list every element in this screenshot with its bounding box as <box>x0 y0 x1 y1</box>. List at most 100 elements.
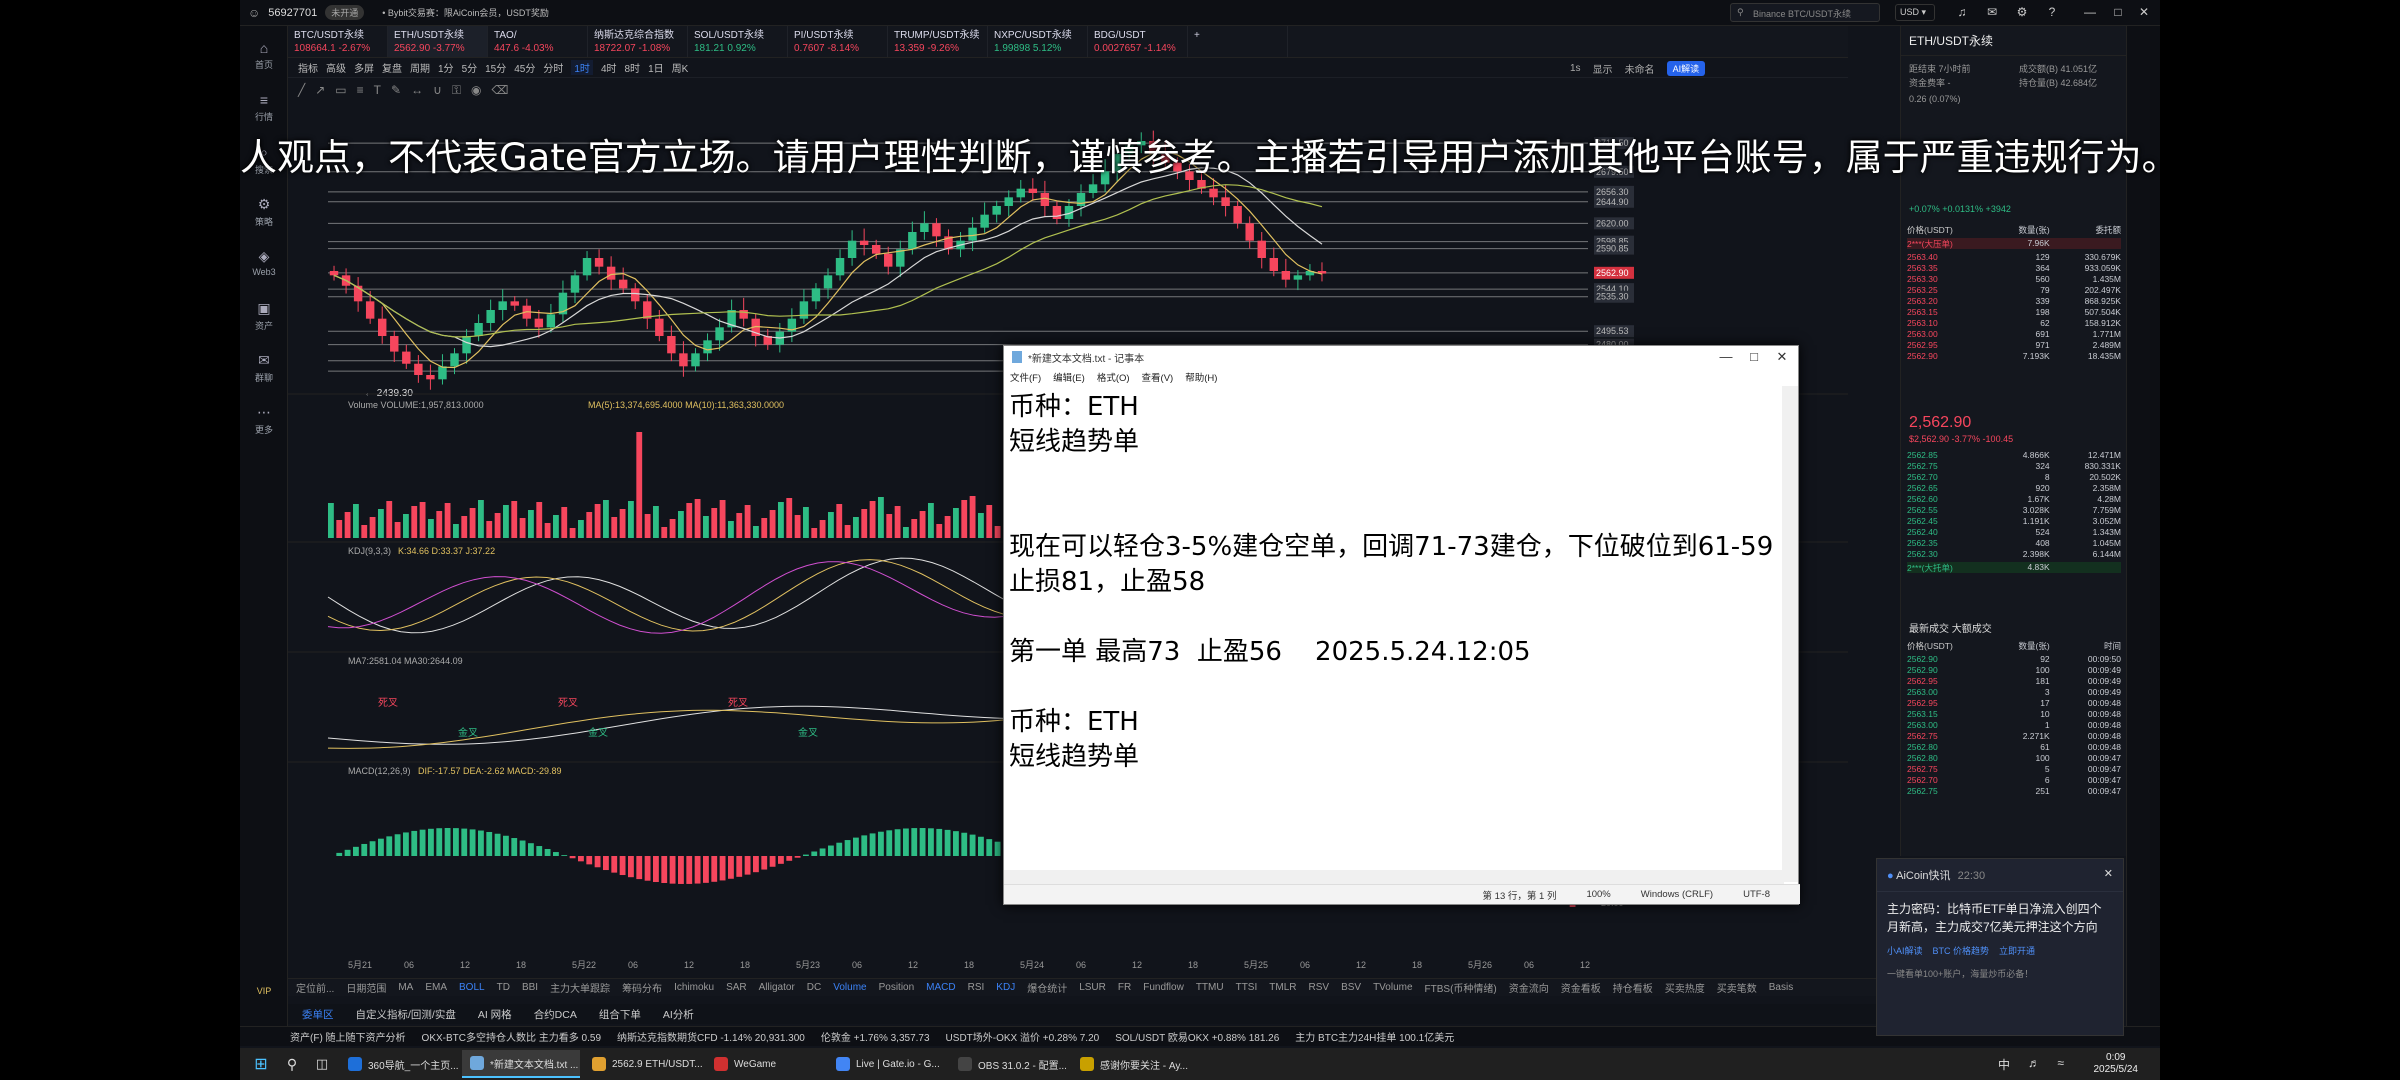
volume-icon[interactable]: ♬ <box>2028 1056 2040 1070</box>
trade-row[interactable]: 2563.15 10 00:09:48 <box>1907 709 2121 720</box>
windows-start-icon[interactable]: ⊞ <box>248 1054 274 1074</box>
notepad-menu-item[interactable]: 编辑(E) <box>1053 370 1085 384</box>
toolbar-item[interactable]: 8时 <box>625 60 641 75</box>
indicator-item[interactable]: Alligator <box>759 982 795 993</box>
ticker-item[interactable]: OKX-BTC多空持仓人数比 主力看多 0.59 <box>422 1029 601 1044</box>
ticker-item[interactable]: USDT场外-OKX 溢价 +0.28% 7.20 <box>946 1029 1100 1044</box>
text-tool-icon[interactable]: T <box>374 83 381 97</box>
notepad-menu-item[interactable]: 格式(O) <box>1097 370 1130 384</box>
trade-row[interactable]: 2562.75 5 00:09:47 <box>1907 764 2121 775</box>
func-tab[interactable]: 组合下单 <box>599 1007 641 1022</box>
notepad-menu-item[interactable]: 查看(V) <box>1142 370 1174 384</box>
toolbar-item[interactable]: 1日 <box>648 60 664 75</box>
news-tag[interactable]: 小AI解读 <box>1887 944 1923 957</box>
trade-row[interactable]: 2562.95 181 00:09:49 <box>1907 676 2121 687</box>
brush-tool-icon[interactable]: ✎ <box>391 83 401 97</box>
indicator-item[interactable]: TTMU <box>1196 982 1224 993</box>
indicator-item[interactable]: 主力大单跟踪 <box>550 980 610 995</box>
notepad-close-icon[interactable]: ✕ <box>1772 349 1792 365</box>
indicator-item[interactable]: TVolume <box>1373 982 1412 993</box>
indicator-left-item[interactable]: 日期范围 <box>346 980 386 995</box>
rect-tool-icon[interactable]: ▭ <box>335 83 346 97</box>
toolbar-item[interactable]: 周K <box>672 60 689 75</box>
taskbar-search-icon[interactable]: ⚲ <box>280 1056 304 1073</box>
market-tab[interactable]: ETH/USDT永续 2562.90 -3.77% <box>388 26 488 57</box>
market-tab[interactable]: PI/USDT永续 0.7607 -8.14% <box>788 26 888 57</box>
help-icon[interactable]: ? <box>2044 4 2060 20</box>
news-close-icon[interactable]: ✕ <box>2104 867 2113 880</box>
trade-row[interactable]: 2562.80 61 00:09:48 <box>1907 742 2121 753</box>
indicator-item[interactable]: BOLL <box>459 982 485 993</box>
taskbar-app[interactable]: 2562.9 ETH/USDT... <box>584 1050 702 1078</box>
account-id[interactable]: 56927701 <box>268 7 317 19</box>
indicator-item[interactable]: TD <box>497 982 510 993</box>
indicator-item[interactable]: 爆仓统计 <box>1027 980 1067 995</box>
toolbar-item[interactable]: 分时 <box>543 60 563 75</box>
trade-row[interactable]: 2562.75 251 00:09:47 <box>1907 786 2121 797</box>
big-bid-row[interactable]: 2***(大托单) 4.83K <box>1907 562 2121 573</box>
user-icon[interactable]: ☺ <box>248 6 260 20</box>
bid-row[interactable]: 2562.60 1.67K 4.28M <box>1907 494 2121 505</box>
trash-icon[interactable]: ⌫ <box>491 83 508 97</box>
indicator-item[interactable]: BSV <box>1341 982 1361 993</box>
market-tab[interactable]: BDG/USDT 0.0027657 -1.14% <box>1088 26 1188 57</box>
toolbar-item[interactable]: 周期 <box>410 60 430 75</box>
fib-tool-icon[interactable]: ≡ <box>357 83 364 97</box>
indicator-item[interactable]: RSV <box>1309 982 1330 993</box>
orderbook-header[interactable]: 价格(USDT) 数量(张) 委托额 <box>1907 224 2121 235</box>
nav-item-6[interactable]: ✉ 群聊 <box>240 352 288 384</box>
toolbar-item[interactable]: 多屏 <box>354 60 374 75</box>
toolbar-item[interactable]: 5分 <box>462 60 478 75</box>
toolbar-item[interactable]: 复盘 <box>382 60 402 75</box>
ray-tool-icon[interactable]: ↗ <box>315 83 325 97</box>
indicator-item[interactable]: TMLR <box>1269 982 1296 993</box>
indicator-item[interactable]: SAR <box>726 982 747 993</box>
nav-item-1[interactable]: ≡ 行情 <box>240 92 288 123</box>
magnet-icon[interactable]: ∪ <box>433 83 442 97</box>
news-tag[interactable]: BTC 价格趋势 <box>1933 944 1990 957</box>
indicator-item[interactable]: 买卖热度 <box>1665 980 1705 995</box>
notepad-text-area[interactable]: 币种：ETH 短线趋势单 现在可以轻仓3-5%建仓空单，回调71-73建仓，下位破… <box>1004 386 1784 872</box>
nav-item-5[interactable]: ▣ 资产 <box>240 300 288 332</box>
trade-row[interactable]: 2562.80 100 00:09:47 <box>1907 753 2121 764</box>
func-tab[interactable]: 自定义指标/回测/实盘 <box>356 1007 456 1022</box>
trade-row[interactable]: 2562.90 92 00:09:50 <box>1907 654 2121 665</box>
nav-item-7[interactable]: ⋯ 更多 <box>240 404 288 436</box>
trade-row[interactable]: 2562.70 6 00:09:47 <box>1907 775 2121 786</box>
market-tab[interactable]: SOL/USDT永续 181.21 0.92% <box>688 26 788 57</box>
toolbar-right-item[interactable]: 显示 <box>1593 61 1613 76</box>
nav-item-4[interactable]: ◈ Web3 <box>240 248 288 277</box>
toolbar-item[interactable]: 45分 <box>514 60 535 75</box>
eye-icon[interactable]: ◉ <box>471 83 481 97</box>
indicator-item[interactable]: EMA <box>425 982 447 993</box>
ticker-item[interactable]: 主力 BTC主力24H挂单 100.1亿美元 <box>1295 1029 1454 1044</box>
bid-row[interactable]: 2562.45 1.191K 3.052M <box>1907 516 2121 527</box>
news-popup[interactable]: ● AiCoin快讯 22:30 ✕ 主力密码：比特币ETF单日净流入创四个月新… <box>1876 858 2124 1036</box>
indicator-item[interactable]: 筹码分布 <box>622 980 662 995</box>
network-icon[interactable]: ≈ <box>2057 1056 2064 1070</box>
bid-row[interactable]: 2562.30 2.398K 6.144M <box>1907 549 2121 560</box>
indicator-item[interactable]: DC <box>807 982 821 993</box>
toolbar-item[interactable]: 1分 <box>438 60 454 75</box>
task-view-icon[interactable]: ◫ <box>310 1056 334 1072</box>
indicator-item[interactable]: 持仓看板 <box>1613 980 1653 995</box>
toolbar-right-item[interactable]: 未命名 <box>1625 61 1655 76</box>
ask-row[interactable]: 2563.15 198 507.504K <box>1907 307 2121 318</box>
ask-row[interactable]: 2563.40 129 330.679K <box>1907 252 2121 263</box>
bell-icon[interactable]: ♫ <box>1954 4 1970 20</box>
ticker-item[interactable]: 纳斯达克指数期货CFD -1.14% 20,931.300 <box>617 1029 805 1044</box>
ask-row[interactable]: 2563.35 364 933.059K <box>1907 263 2121 274</box>
indicator-item[interactable]: LSUR <box>1079 982 1106 993</box>
ticker-item[interactable]: 伦敦金 +1.76% 3,357.73 <box>821 1029 930 1044</box>
trades-header[interactable]: 价格(USDT) 数量(张) 时间 <box>1907 640 2121 651</box>
big-ask-row[interactable]: 2***(大压单) 7.96K <box>1907 238 2121 249</box>
settings-icon[interactable]: ⚙ <box>2014 4 2030 20</box>
toolbar-item[interactable]: 1时 <box>571 60 593 75</box>
market-tab[interactable]: TRUMP/USDT永续 13.359 -9.26% <box>888 26 988 57</box>
indicator-item[interactable]: FR <box>1118 982 1131 993</box>
trade-row[interactable]: 2562.95 17 00:09:48 <box>1907 698 2121 709</box>
notepad-minimize-icon[interactable]: — <box>1716 349 1736 364</box>
trade-row[interactable]: 2562.90 100 00:09:49 <box>1907 665 2121 676</box>
notepad-hscrollbar[interactable] <box>1004 870 1784 884</box>
func-tab[interactable]: AI分析 <box>663 1007 694 1022</box>
